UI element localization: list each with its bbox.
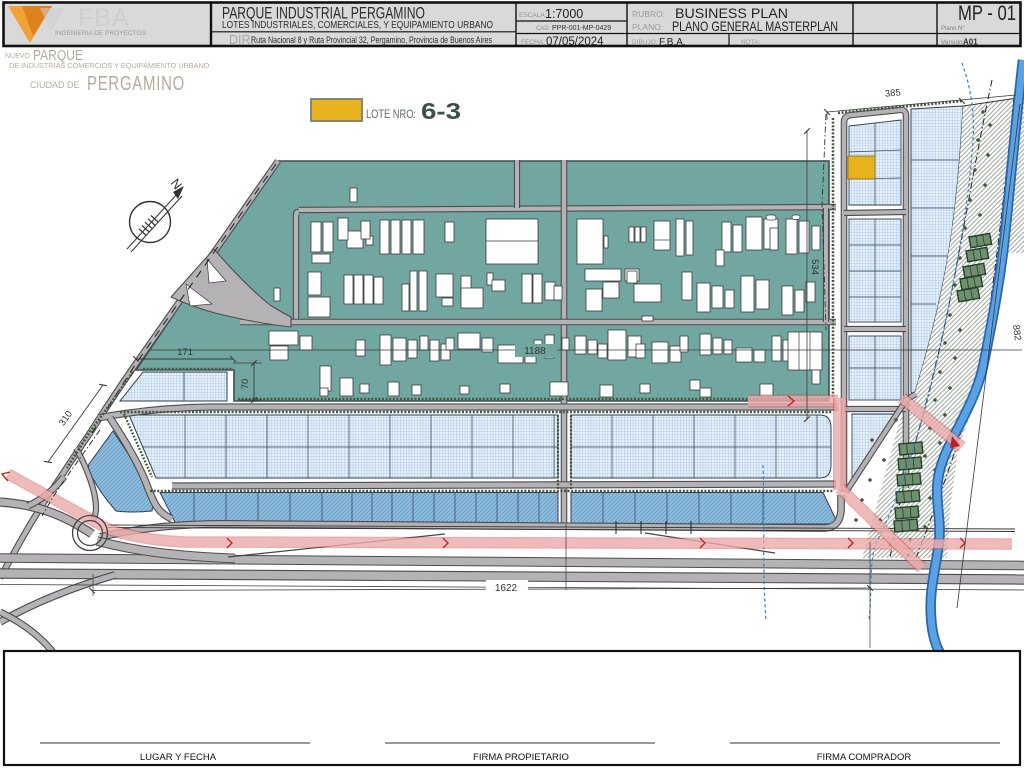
svg-text:Ruta Nacional 8 y Ruta Provinc: Ruta Nacional 8 y Ruta Provincial 32, Pe… [251, 35, 492, 46]
svg-text:882: 882 [1010, 324, 1023, 341]
svg-text:F.B.A.: F.B.A. [659, 37, 686, 48]
svg-text:CAD:: CAD: [536, 26, 551, 32]
svg-text:FIRMA PROPIETARIO: FIRMA PROPIETARIO [473, 752, 569, 763]
svg-text:NOTA:: NOTA: [741, 39, 761, 46]
svg-text:LOTES INDUSTRIALES, COMERCIALE: LOTES INDUSTRIALES, COMERCIALES, Y EQUIP… [222, 20, 493, 31]
svg-text:385: 385 [884, 87, 901, 99]
svg-text:PLANO GENERAL MASTERPLAN: PLANO GENERAL MASTERPLAN [672, 18, 838, 34]
svg-text:INGENIERIA DE PROYECTOS: INGENIERIA DE PROYECTOS [55, 31, 146, 37]
svg-text:FIRMA COMPRADOR: FIRMA COMPRADOR [817, 752, 912, 763]
svg-text:1188: 1188 [524, 346, 546, 357]
svg-text:CIUDAD DE: CIUDAD DE [30, 80, 80, 90]
svg-text:DE INDUSTRIAS COMERCIOS Y EQUI: DE INDUSTRIAS COMERCIOS Y EQUIPAMIENTO U… [9, 61, 210, 70]
svg-text:6-3: 6-3 [421, 98, 461, 124]
svg-text:RUBRO:: RUBRO: [632, 9, 665, 19]
svg-text:FECHA:: FECHA: [521, 39, 545, 46]
svg-text:1622: 1622 [495, 583, 518, 594]
svg-text:FBA: FBA [78, 4, 130, 32]
svg-text:1:7000: 1:7000 [545, 7, 583, 21]
svg-text:DIBUJO:: DIBUJO: [632, 39, 658, 46]
svg-text:NUEVO: NUEVO [5, 53, 30, 60]
svg-text:171: 171 [177, 347, 193, 358]
svg-text:A01: A01 [963, 38, 978, 47]
svg-text:Version: Version [941, 39, 963, 46]
svg-text:MP - 01: MP - 01 [958, 2, 1016, 25]
svg-text:ESCALA:: ESCALA: [519, 12, 547, 19]
svg-text:PERGAMINO: PERGAMINO [87, 73, 185, 95]
svg-text:LOTE NRO:: LOTE NRO: [366, 109, 416, 121]
svg-text:07/05/2024: 07/05/2024 [546, 36, 604, 48]
svg-text:Plano N°: Plano N° [941, 26, 965, 32]
svg-text:PLANO:: PLANO: [632, 22, 663, 32]
svg-text:534: 534 [809, 259, 820, 275]
svg-text:PPR-001-MP-0429: PPR-001-MP-0429 [552, 25, 611, 32]
svg-text:LUGAR Y FECHA: LUGAR Y FECHA [140, 752, 217, 763]
svg-text:70: 70 [240, 379, 251, 390]
